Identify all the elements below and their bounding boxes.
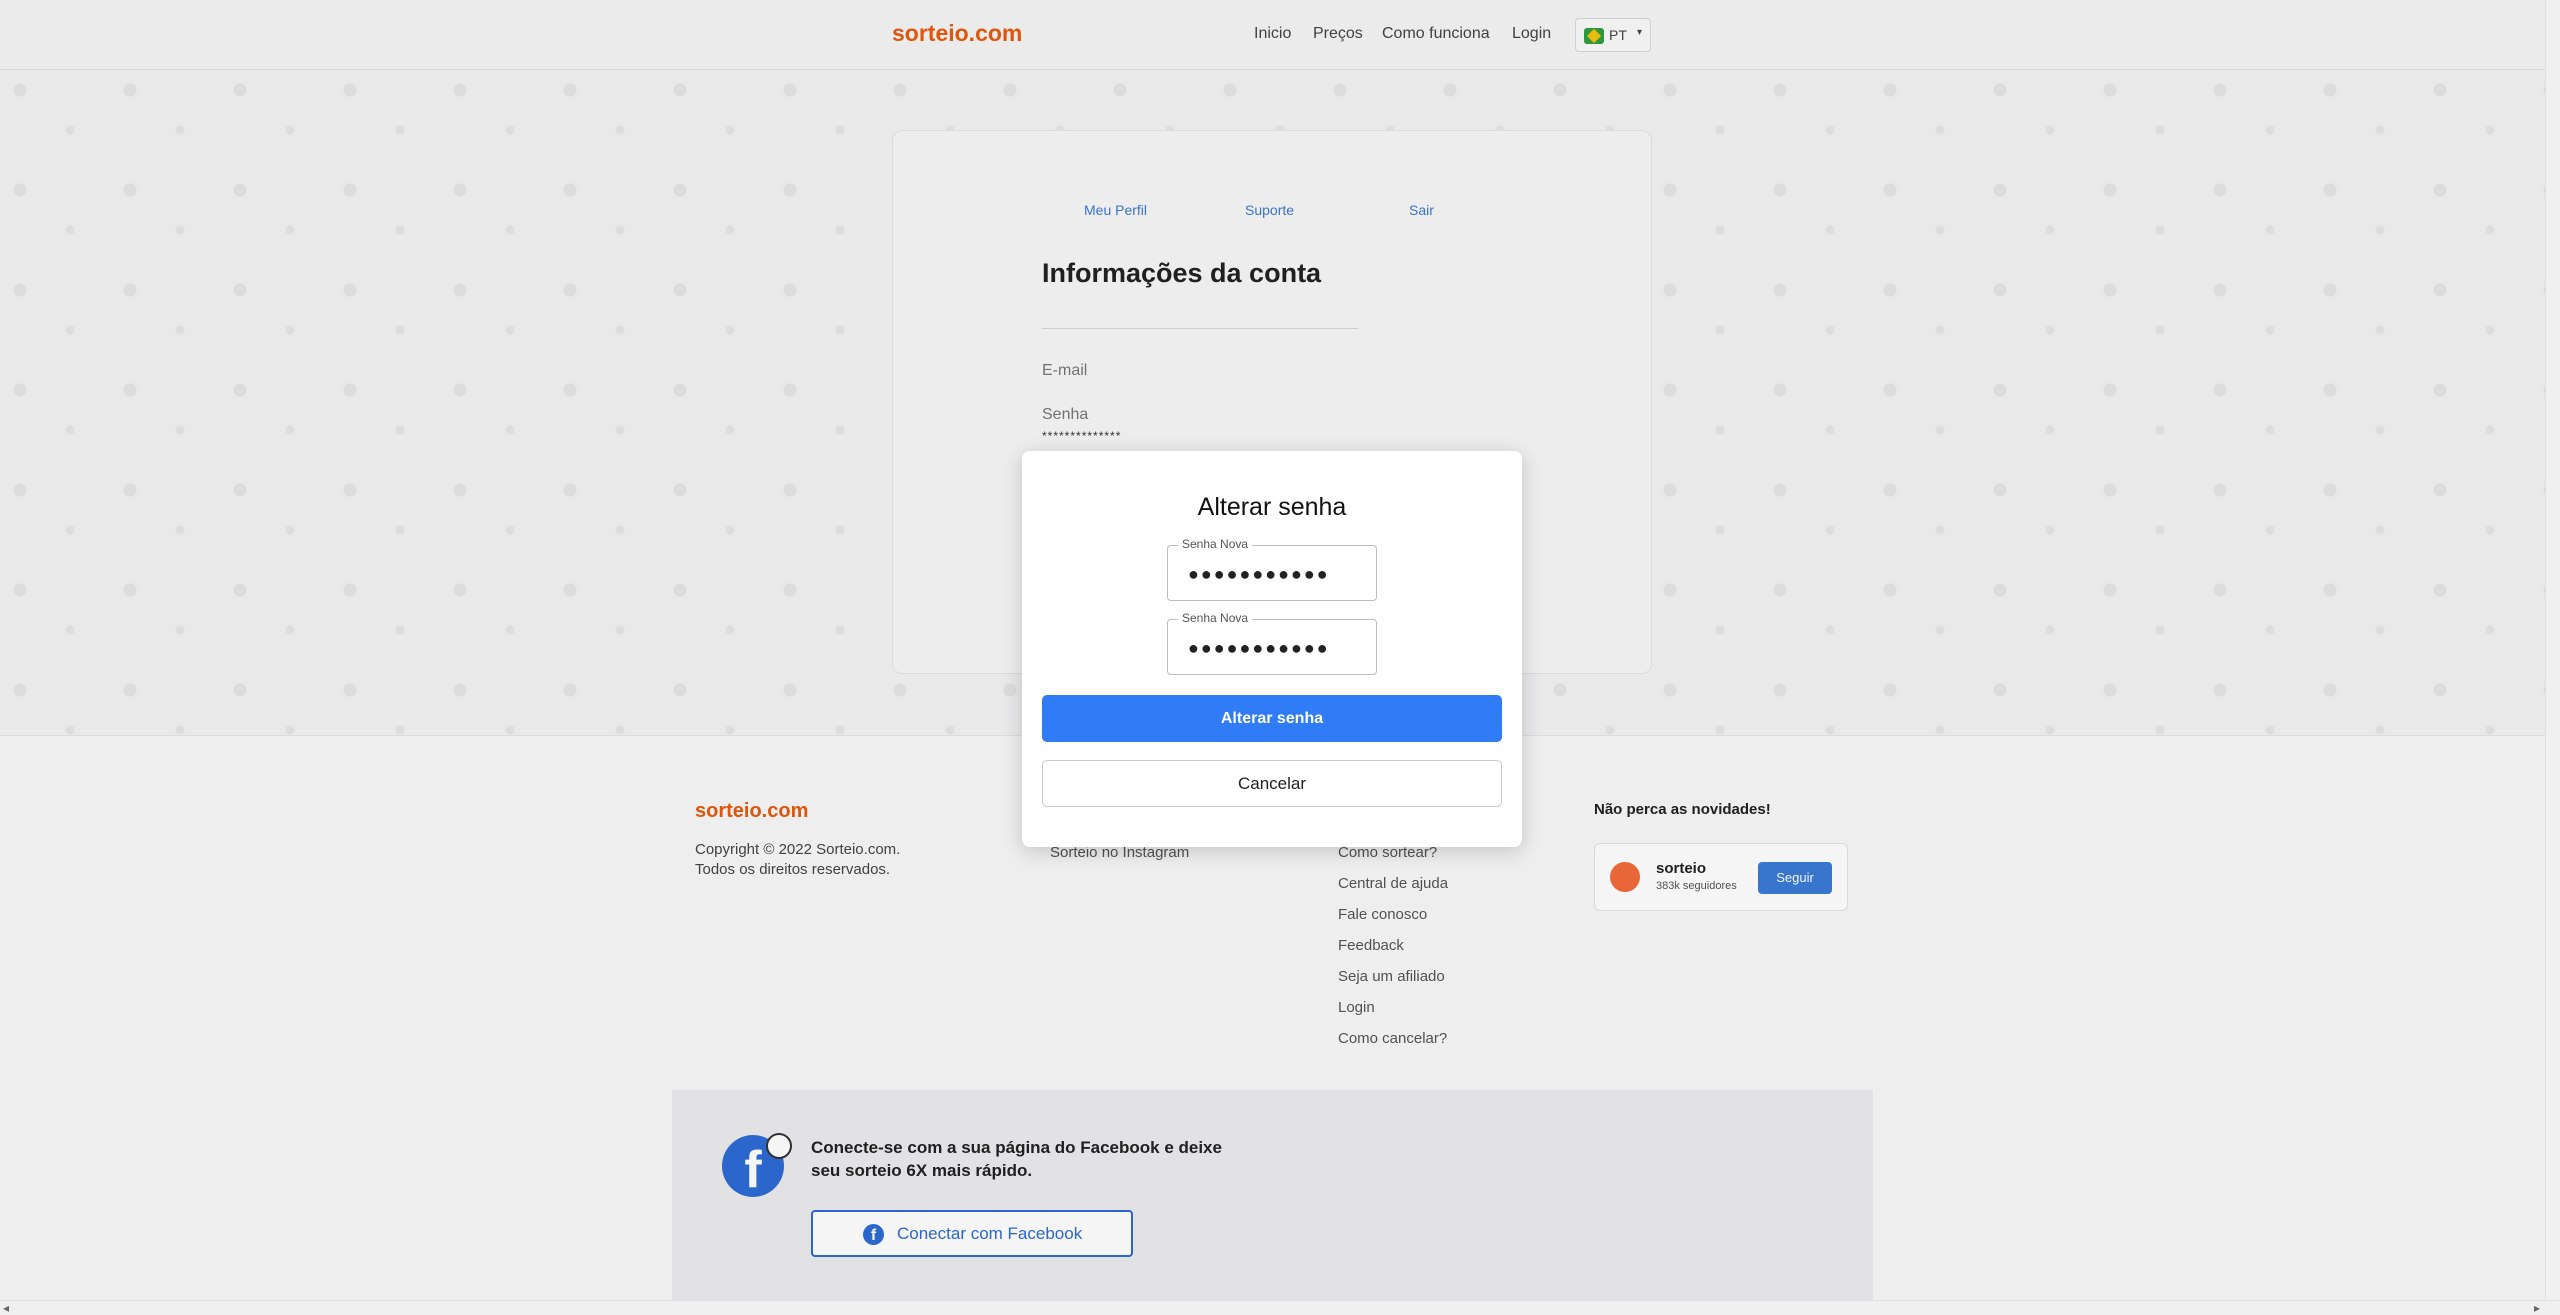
- confirm-password-value: ●●●●●●●●●●●: [1188, 638, 1330, 658]
- change-password-button[interactable]: Alterar senha: [1042, 695, 1502, 742]
- new-password-label: Senha Nova: [1178, 537, 1253, 551]
- horizontal-scrollbar[interactable]: ◂ ▸: [0, 1300, 2560, 1315]
- new-password-value: ●●●●●●●●●●●: [1188, 564, 1330, 584]
- confirm-password-field[interactable]: Senha Nova ●●●●●●●●●●●: [1167, 611, 1377, 675]
- cancel-button[interactable]: Cancelar: [1042, 760, 1502, 807]
- change-password-modal: Alterar senha Senha Nova ●●●●●●●●●●● Sen…: [1022, 451, 1522, 847]
- scroll-left-icon[interactable]: ◂: [3, 1301, 9, 1315]
- new-password-field[interactable]: Senha Nova ●●●●●●●●●●●: [1167, 537, 1377, 601]
- vertical-scrollbar[interactable]: [2545, 0, 2560, 1300]
- modal-title: Alterar senha: [1197, 493, 1347, 521]
- confirm-password-label: Senha Nova: [1178, 611, 1253, 625]
- scroll-right-icon[interactable]: ▸: [2534, 1301, 2540, 1315]
